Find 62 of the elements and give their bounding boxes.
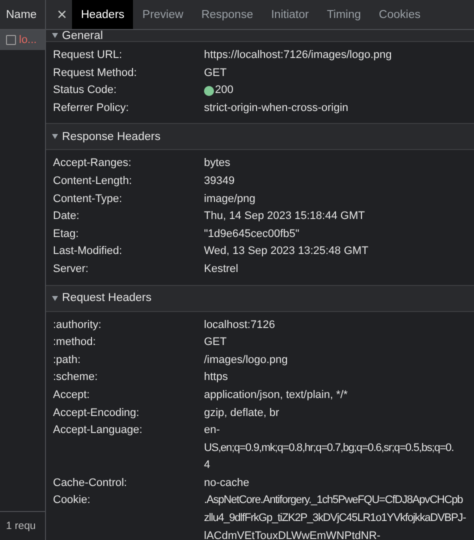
header-value: bytes <box>204 156 232 172</box>
header-value: Wed, 13 Sep 2023 13:25:48 GMT <box>204 244 370 260</box>
header-name: Accept-Encoding: <box>53 406 140 420</box>
header-value: 200 <box>215 83 234 98</box>
header-value: localhost:7126 <box>204 318 276 333</box>
header-name: Request Method: <box>53 66 138 81</box>
close-button[interactable]: × <box>52 0 72 29</box>
header-value: https <box>204 370 229 386</box>
header-name: Etag: <box>53 226 80 242</box>
header-name: :authority: <box>53 318 102 333</box>
section-header[interactable]: Response Headers <box>46 123 474 150</box>
header-value: lACdmVEtTouxDLWwEmWNPtdNR- <box>204 528 382 540</box>
header-name: Accept: <box>53 388 91 403</box>
header-value: en- <box>204 423 221 438</box>
header-name: Accept-Ranges: <box>53 156 132 172</box>
column-header[interactable]: Name <box>0 0 45 30</box>
header-value: zllu4_9dlfFrkGp_tiZK2P_3kDVjC45LR1o1YVkfojkkaDVBPJ- <box>204 511 467 526</box>
header-value: US,en;q=0.9,mk;q=0.8,hr;q=0.7,bg;q=0.6,sr;q=0.5,bs;q=0. <box>204 440 455 456</box>
header-name: Server: <box>53 262 90 277</box>
header-name: Cache-Control: <box>53 476 128 491</box>
header-name: :scheme: <box>53 370 99 386</box>
header-value: application/json, text/plain, */* <box>204 388 349 403</box>
triangle-icon <box>52 134 58 140</box>
header-name: Referrer Policy: <box>53 100 130 116</box>
header-value: 4 <box>204 458 212 474</box>
header-name: Date: <box>53 209 80 224</box>
status-dot-icon <box>204 86 214 96</box>
header-name: Content-Length: <box>53 174 133 189</box>
tab[interactable]: Timing <box>318 0 370 29</box>
header-value: GET <box>204 66 228 81</box>
request-name: lo... <box>19 34 37 46</box>
header-name: Content-Type: <box>53 192 124 207</box>
header-value: Thu, 14 Sep 2023 15:18:44 GMT <box>204 209 366 224</box>
header-name: Cookie: <box>53 493 92 508</box>
header-value: /images/logo.png <box>204 352 289 368</box>
header-name: Status Code: <box>53 83 118 98</box>
header-name: :path: <box>53 352 82 368</box>
tab[interactable]: Preview <box>133 0 192 29</box>
header-value: 39349 <box>204 174 236 189</box>
tab[interactable]: Initiator <box>262 0 318 29</box>
checkbox[interactable] <box>6 35 16 45</box>
header-value: no-cache <box>204 476 250 491</box>
status-bar: 1 requ <box>0 511 45 540</box>
section-header[interactable]: Request Headers <box>46 284 474 312</box>
tab[interactable]: Cookies <box>370 0 430 29</box>
header-value: .AspNetCore.Antiforgery._1ch5PweFQU=CfDJ8ApvCHCpb <box>204 493 464 508</box>
header-name: Last-Modified: <box>53 244 124 260</box>
header-name: Accept-Language: <box>53 423 144 438</box>
header-value: Kestrel <box>204 262 240 277</box>
header-name: Request URL: <box>53 48 124 63</box>
tab[interactable]: Headers <box>72 0 134 29</box>
header-value: strict-origin-when-cross-origin <box>204 100 350 116</box>
tab[interactable]: Response <box>192 0 262 29</box>
triangle-icon <box>52 296 58 301</box>
triangle-icon <box>52 33 58 38</box>
header-value: GET <box>204 335 228 350</box>
section-header[interactable]: General <box>46 30 474 42</box>
header-value: "1d9e645cec00fb5" <box>204 226 300 242</box>
header-value: gzip, deflate, br <box>204 406 280 420</box>
header-name: :method: <box>53 335 97 350</box>
header-value: image/png <box>204 192 256 207</box>
header-value: https://localhost:7126/images/logo.png <box>204 48 393 63</box>
